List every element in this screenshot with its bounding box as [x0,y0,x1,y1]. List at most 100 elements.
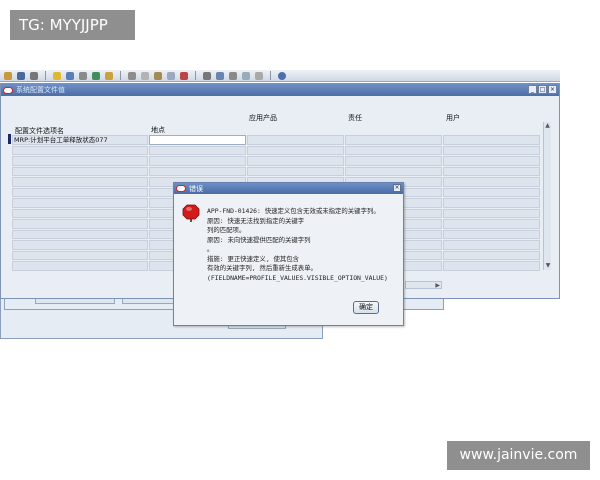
grid-cell[interactable] [247,166,344,176]
toolbar-separator [195,71,196,80]
grid-cell[interactable] [12,177,148,187]
maximize-button[interactable]: □ [538,85,547,94]
grid-cell[interactable] [345,166,442,176]
window-title: 系统配置文件值 [16,86,65,94]
print-icon[interactable] [30,71,38,80]
site-value-input[interactable] [149,135,246,145]
user-value-cell[interactable] [443,135,540,145]
grid-cell[interactable] [443,156,540,166]
save-icon[interactable] [17,71,25,80]
column-header-responsibility: 责任 [348,114,362,122]
grid-cell[interactable] [12,198,148,208]
grid-cell[interactable] [12,145,148,155]
grid-cell[interactable] [12,166,148,176]
grid-cell[interactable] [345,145,442,155]
stop-error-icon [182,204,200,222]
grid-cell[interactable] [443,229,540,239]
clear-icon[interactable] [167,71,175,80]
folder-tools-icon[interactable] [216,71,224,80]
error-line: 列的匹配项。 [207,226,246,234]
table-row [12,145,541,157]
error-line: 措施: 更正快速定义, 使其包含 [207,254,300,263]
oracle-logo-icon [176,185,186,192]
grid-cell[interactable] [443,187,540,197]
grid-cell[interactable] [247,145,344,155]
scroll-right-icon[interactable]: ▶ [435,282,440,289]
grid-cell[interactable] [443,250,540,260]
translation-icon[interactable] [242,71,250,80]
grid-cell[interactable] [149,166,246,176]
delete-icon[interactable] [180,71,188,80]
minimize-button[interactable]: _ [528,85,537,94]
error-line: 原因: 快速无法找到指定的关键字 [207,216,305,225]
error-dialog: 错误 × APP-FND-01426: 快速定义包含无效或未指定的关键字列。 原… [173,182,404,326]
error-line: 。 [207,245,214,253]
grid-cell[interactable] [443,166,540,176]
error-line: 原因: 未向快速提供匹配的关键字列 [207,235,311,244]
open-icon[interactable] [4,71,12,80]
folder-icon[interactable] [53,71,61,80]
oracle-logo-icon [3,86,13,94]
grid-cell[interactable] [12,229,148,239]
window-titlebar: 系统配置文件值 _ □ × [1,84,559,96]
toolbar-separator [270,71,271,80]
cut-icon[interactable] [128,71,136,80]
grid-cell[interactable] [12,208,148,218]
error-line: 有效的关键字列, 然后重新生成表单。 [207,264,317,272]
grid-cell[interactable] [247,156,344,166]
column-header-site: 地点 [151,126,165,134]
grid-cell[interactable] [443,198,540,208]
scroll-up-icon[interactable]: ▲ [544,122,551,130]
table-row [12,156,541,167]
grid-cell[interactable] [12,261,148,271]
navigator-icon[interactable] [66,71,74,80]
toolbar-separator [45,71,46,80]
application-value-cell[interactable] [247,135,344,145]
pencil-icon[interactable] [255,71,263,80]
toolbar-separator [120,71,121,80]
grid-cell[interactable] [12,187,148,197]
tag-label: TG: MYYJJPP [10,10,135,40]
paste-icon[interactable] [154,71,162,80]
globe-icon[interactable] [92,71,100,80]
grid-cell[interactable] [443,240,540,250]
grid-cell[interactable] [443,208,540,218]
grid-cell[interactable] [443,261,540,271]
toolbar [0,70,560,82]
current-record-indicator [8,134,11,144]
attachment-icon[interactable] [203,71,211,80]
help-icon[interactable] [278,71,286,80]
zoom-icon[interactable] [79,71,87,80]
window-icon[interactable] [229,71,237,80]
copy-icon[interactable] [141,71,149,80]
table-row [12,166,541,178]
dialog-titlebar: 错误 [174,183,403,194]
grid-cell[interactable] [443,145,540,155]
grid-cell[interactable] [12,219,148,229]
responsibility-value-cell[interactable] [345,135,442,145]
error-line: (FIELDNAME=PROFILE_VALUES.VISIBLE_OPTION… [207,273,388,282]
edit-icon[interactable] [105,71,113,80]
grid-cell[interactable] [345,156,442,166]
table-row: MRP:计划平台工单释放状态077 [12,135,541,146]
grid-cell[interactable] [12,240,148,250]
grid-cell[interactable] [12,250,148,260]
grid-cell[interactable] [443,177,540,187]
column-header-application: 应用产品 [249,114,277,122]
vertical-scrollbar[interactable]: ▲ ▼ [543,122,551,270]
scroll-down-icon[interactable]: ▼ [544,262,552,270]
grid-cell[interactable] [443,219,540,229]
dialog-close-button[interactable]: × [393,184,401,192]
horizontal-scrollbar[interactable]: ▶ [405,281,442,289]
grid-cell[interactable] [149,156,246,166]
profile-option-cell[interactable]: MRP:计划平台工单释放状态077 [12,135,148,145]
dialog-title: 错误 [189,184,203,193]
grid-cell[interactable] [12,156,148,166]
grid-cell[interactable] [149,145,246,155]
error-message: APP-FND-01426: 快速定义包含无效或未指定的关键字列。 原因: 快速… [207,207,399,283]
ok-button[interactable]: 确定 [353,301,379,314]
error-line: APP-FND-01426: 快速定义包含无效或未指定的关键字列。 [207,207,380,215]
column-header-user: 用户 [446,114,460,122]
watermark: www.jainvie.com [447,441,590,470]
close-button[interactable]: × [548,85,557,94]
